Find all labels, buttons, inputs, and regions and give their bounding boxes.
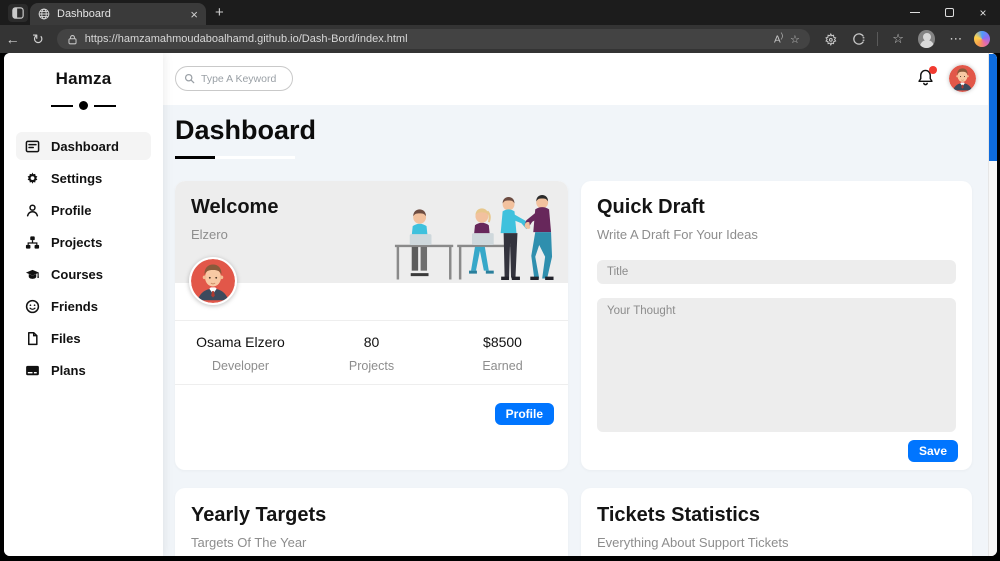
- dashboard-icon: [25, 140, 40, 152]
- browser-profile-avatar[interactable]: [917, 30, 936, 48]
- tab-favicon-globe-icon: [38, 8, 50, 20]
- sidebar-item-label: Settings: [51, 170, 103, 186]
- stat-earned: $8500 Earned: [482, 334, 523, 373]
- sidebar-item-profile[interactable]: Profile: [16, 196, 151, 224]
- stat-name: Osama Elzero Developer: [196, 334, 285, 373]
- add-favorite-star-icon[interactable]: ☆: [790, 33, 800, 46]
- tickets-statistics-title: Tickets Statistics: [597, 504, 761, 526]
- draft-thought-textarea[interactable]: [597, 298, 956, 432]
- stat-projects: 80 Projects: [348, 334, 395, 373]
- browser-tab[interactable]: Dashboard ×: [30, 3, 206, 25]
- sidebar-item-projects[interactable]: Projects: [16, 228, 151, 256]
- page-title: Dashboard: [175, 115, 317, 145]
- tab-title: Dashboard: [57, 8, 111, 20]
- yearly-targets-card: Yearly Targets Targets Of The Year: [175, 488, 568, 556]
- read-aloud-icon[interactable]: A): [774, 33, 783, 45]
- copilot-icon[interactable]: [974, 31, 990, 47]
- sidebar-item-label: Courses: [51, 266, 104, 282]
- teamwork-illustration: [394, 195, 554, 281]
- welcome-avatar: [189, 257, 237, 305]
- window-close-button[interactable]: ×: [966, 0, 1000, 25]
- sidebar-item-friends[interactable]: Friends: [16, 292, 151, 320]
- profile-button[interactable]: Profile: [494, 403, 554, 425]
- gear-icon: [27, 172, 38, 184]
- sidebar-item-label: Projects: [51, 234, 103, 250]
- reload-button-icon[interactable]: ↻: [25, 31, 50, 48]
- toolbar-divider: [877, 32, 879, 46]
- brand-decoration: [4, 101, 163, 110]
- draft-title-input[interactable]: [597, 260, 956, 284]
- tab-close-icon[interactable]: ×: [190, 8, 198, 21]
- sidebar-item-settings[interactable]: Settings: [16, 164, 151, 192]
- search-box[interactable]: [175, 66, 293, 91]
- back-button-icon[interactable]: ←: [0, 31, 25, 47]
- address-bar[interactable]: https://hamzamahmoudaboalhamd.github.io/…: [56, 29, 810, 49]
- brand-logo: Hamza: [55, 69, 112, 88]
- browser-window: Dashboard × + × ← ↻ https://hamzamahmoud…: [0, 0, 1000, 561]
- site-header: [163, 53, 988, 105]
- sidebar-item-plans[interactable]: Plans: [16, 356, 151, 384]
- lock-icon: [68, 34, 77, 44]
- tickets-statistics-subtitle: Everything About Support Tickets: [597, 535, 789, 550]
- browser-essentials-icon[interactable]: [852, 32, 866, 46]
- browser-tab-bar: Dashboard × + ×: [0, 0, 1000, 25]
- settings-more-icon[interactable]: ⋯: [949, 31, 962, 47]
- welcome-card: Welcome Elzero Osama Elzero Developer 80…: [175, 181, 568, 470]
- diagram-project-icon: [25, 235, 40, 249]
- tab-actions-menu-icon[interactable]: [8, 4, 28, 22]
- window-minimize-button[interactable]: [898, 0, 932, 25]
- file-icon: [28, 331, 38, 345]
- search-icon: [184, 73, 195, 84]
- notification-dot: [929, 66, 937, 74]
- scrollbar-thumb[interactable]: [989, 54, 997, 161]
- sidebar-item-courses[interactable]: Courses: [16, 260, 151, 288]
- sidebar-item-dashboard[interactable]: Dashboard: [16, 132, 151, 160]
- sidebar-nav: Dashboard Settings Profile Projects Cour…: [4, 132, 163, 384]
- new-tab-button[interactable]: +: [215, 4, 224, 21]
- save-button[interactable]: Save: [907, 440, 958, 462]
- favorites-bar-star-icon[interactable]: ☆: [892, 31, 904, 47]
- sidebar: Hamza Dashboard Settings Profile Project…: [4, 53, 163, 556]
- quick-draft-subtitle: Write A Draft For Your Ideas: [597, 227, 758, 242]
- welcome-stats-row: Osama Elzero Developer 80 Projects $8500…: [175, 320, 568, 385]
- welcome-card-header: Welcome Elzero: [175, 181, 568, 283]
- title-underline-black: [175, 156, 215, 159]
- face-smile-icon: [25, 299, 40, 313]
- tickets-statistics-card: Tickets Statistics Everything About Supp…: [581, 488, 972, 556]
- url-text[interactable]: https://hamzamahmoudaboalhamd.github.io/…: [85, 33, 767, 45]
- graduation-cap-icon: [25, 269, 40, 279]
- user-icon: [26, 204, 39, 216]
- sidebar-item-label: Friends: [51, 298, 98, 314]
- quick-draft-card: Quick Draft Write A Draft For Your Ideas…: [581, 181, 972, 470]
- yearly-targets-title: Yearly Targets: [191, 504, 327, 526]
- quick-draft-title: Quick Draft: [597, 196, 705, 218]
- sidebar-item-files[interactable]: Files: [16, 324, 151, 352]
- webpage: Hamza Dashboard Settings Profile Project…: [4, 53, 997, 556]
- sidebar-item-label: Files: [51, 330, 81, 346]
- notification-bell[interactable]: [916, 66, 937, 88]
- yearly-targets-subtitle: Targets Of The Year: [191, 535, 307, 550]
- user-avatar[interactable]: [949, 65, 976, 92]
- sidebar-item-label: Plans: [51, 362, 86, 378]
- extensions-icon[interactable]: [824, 32, 838, 46]
- window-restore-button[interactable]: [932, 0, 966, 25]
- credit-card-icon: [26, 365, 39, 375]
- browser-toolbar: ← ↻ https://hamzamahmoudaboalhamd.github…: [0, 25, 1000, 53]
- sidebar-item-label: Dashboard: [51, 138, 119, 154]
- page-scrollbar[interactable]: [988, 53, 997, 556]
- sidebar-item-label: Profile: [51, 202, 92, 218]
